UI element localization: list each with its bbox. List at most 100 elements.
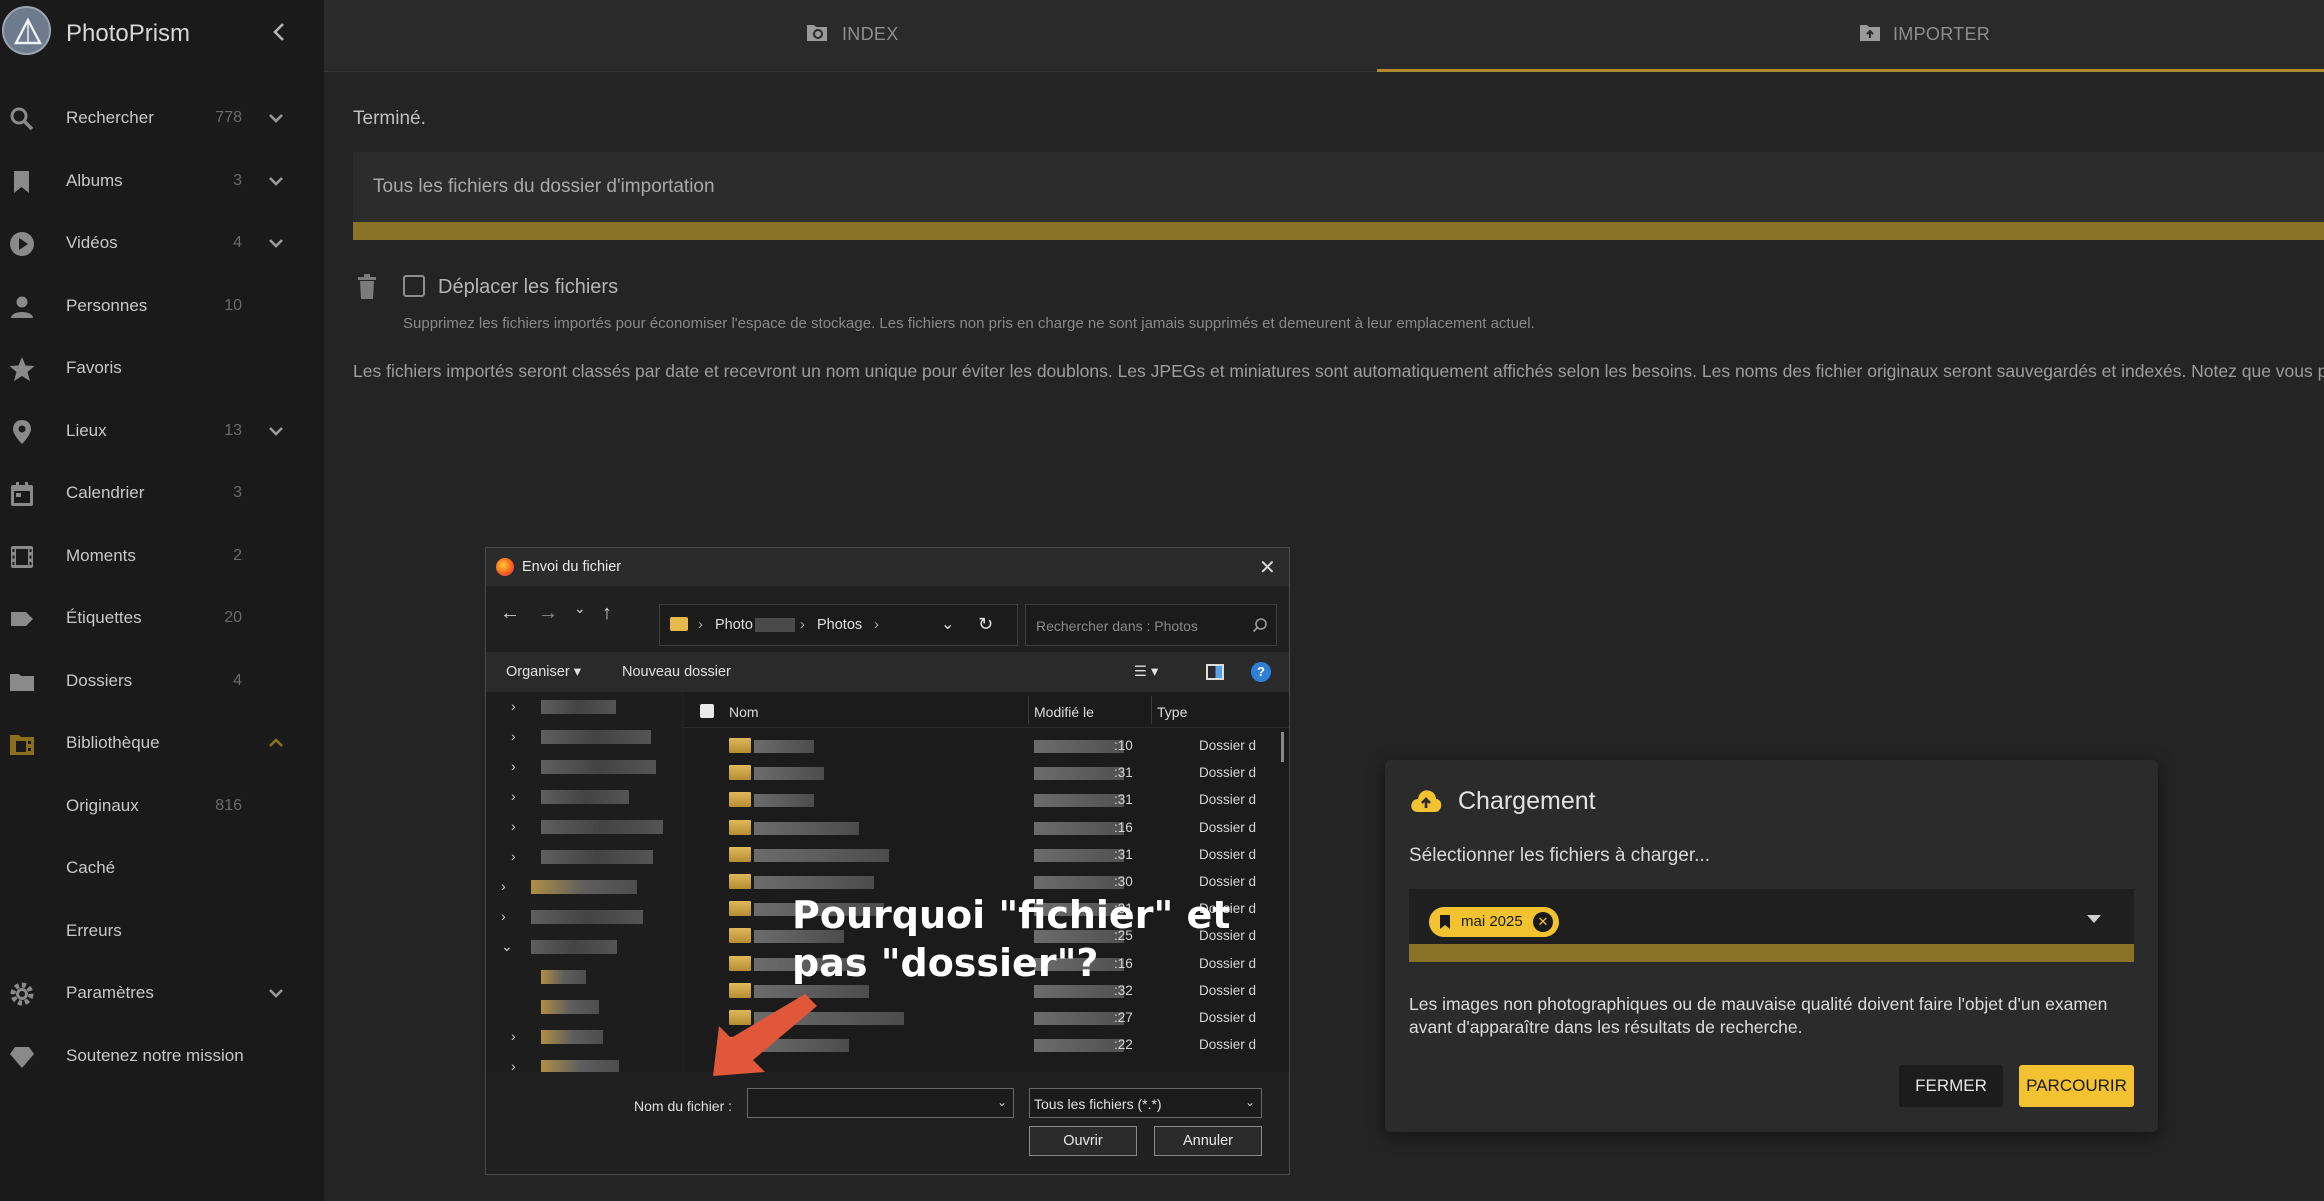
chevron-down-icon[interactable]: [265, 170, 287, 192]
file-dialog-search[interactable]: Rechercher dans : Photos: [1025, 604, 1277, 646]
file-row[interactable]: :31 Dossier d: [684, 759, 1289, 786]
preview-pane-icon[interactable]: [1206, 664, 1224, 680]
tree-item[interactable]: ⌄: [486, 932, 681, 962]
tree-item[interactable]: ›: [486, 752, 681, 782]
tree-item[interactable]: [486, 992, 681, 1022]
chevron-down-icon[interactable]: [265, 982, 287, 1004]
file-name-blurred: [754, 821, 859, 835]
tree-item[interactable]: ›: [486, 902, 681, 932]
tree-item[interactable]: ›: [486, 722, 681, 752]
sidebar-item-originals[interactable]: Originaux 816: [0, 779, 324, 835]
tree-item[interactable]: ›: [486, 1022, 681, 1052]
file-row[interactable]: :31 Dossier d: [684, 841, 1289, 868]
remove-chip-icon[interactable]: ✕: [1533, 912, 1553, 932]
sidebar-item-people[interactable]: Personnes 10: [0, 279, 324, 335]
sidebar-item-label: Caché: [66, 858, 116, 877]
bookmark-icon: [1439, 914, 1451, 930]
up-arrow-icon[interactable]: ↑: [602, 602, 612, 625]
collapse-sidebar-icon[interactable]: [270, 18, 290, 46]
move-files-checkbox[interactable]: [403, 275, 425, 297]
sidebar-item-library[interactable]: Bibliothèque: [0, 716, 324, 772]
sidebar-item-videos[interactable]: Vidéos 4: [0, 216, 324, 272]
sidebar-item-label: Bibliothèque: [66, 733, 160, 752]
sidebar: PhotoPrism Rechercher 778 Albums 3 Vidéo…: [0, 0, 324, 1201]
path-segment[interactable]: Photo: [715, 617, 753, 633]
person-icon: [8, 293, 36, 321]
filetype-select[interactable]: Tous les fichiers (*.*) ⌄: [1029, 1088, 1262, 1118]
refresh-icon[interactable]: ↻: [978, 614, 993, 635]
chevron-down-icon[interactable]: [265, 420, 287, 442]
tree-item[interactable]: ›: [486, 842, 681, 872]
file-row[interactable]: :10 Dossier d: [684, 732, 1289, 759]
sidebar-item-label: Étiquettes: [66, 608, 142, 627]
sidebar-item-hidden[interactable]: Caché: [0, 841, 324, 897]
back-arrow-icon[interactable]: ←: [500, 602, 520, 625]
import-info-text: Les fichiers importés seront classés par…: [353, 361, 2324, 381]
file-type: Dossier d: [1199, 874, 1257, 889]
close-icon[interactable]: ✕: [1259, 555, 1276, 580]
trash-icon: [356, 274, 378, 300]
address-bar[interactable]: › Photo › Photos › ⌄ ↻: [659, 604, 1018, 646]
path-segment[interactable]: Photos: [817, 617, 862, 633]
view-options-icon[interactable]: ☰ ▾: [1134, 664, 1158, 680]
move-files-label: Déplacer les fichiers: [438, 276, 619, 298]
tree-item[interactable]: ›: [486, 692, 681, 722]
label-tag-icon: [8, 605, 36, 633]
folder-icon: [729, 765, 751, 781]
file-row[interactable]: :16 Dossier d: [684, 814, 1289, 841]
chevron-down-icon[interactable]: ⌄: [941, 614, 954, 634]
album-chip-label: mai 2025: [1461, 913, 1523, 930]
sidebar-item-errors[interactable]: Erreurs: [0, 904, 324, 960]
column-modified[interactable]: Modifié le: [1034, 704, 1094, 720]
column-type[interactable]: Type: [1157, 704, 1187, 720]
new-folder-button[interactable]: Nouveau dossier: [622, 664, 731, 680]
film-icon: [8, 543, 36, 571]
sidebar-item-count: 816: [215, 797, 242, 814]
sidebar-item-albums[interactable]: Albums 3: [0, 154, 324, 210]
organize-menu[interactable]: Organiser ▾: [506, 664, 581, 680]
photoprism-logo-icon[interactable]: [2, 6, 51, 55]
chevron-up-icon[interactable]: [265, 732, 287, 754]
open-button[interactable]: Ouvrir: [1029, 1126, 1137, 1156]
cancel-button[interactable]: Annuler: [1154, 1126, 1262, 1156]
file-type: Dossier d: [1199, 1010, 1257, 1025]
tab-import[interactable]: IMPORTER: [1377, 0, 2324, 72]
sidebar-item-moments[interactable]: Moments 2: [0, 529, 324, 585]
select-all-checkbox[interactable]: [700, 704, 714, 718]
sidebar-item-calendar[interactable]: Calendrier 3: [0, 466, 324, 522]
recent-dropdown-icon[interactable]: ⌄: [574, 600, 586, 617]
tab-index[interactable]: INDEX: [324, 0, 1377, 72]
sidebar-item-search[interactable]: Rechercher 778: [0, 91, 324, 147]
sidebar-item-labels[interactable]: Étiquettes 20: [0, 591, 324, 647]
file-type: Dossier d: [1199, 792, 1257, 808]
sidebar-item-label: Originaux: [66, 796, 139, 815]
help-icon[interactable]: ?: [1251, 662, 1271, 682]
file-row[interactable]: :31 Dossier d: [684, 786, 1289, 813]
album-chip[interactable]: mai 2025 ✕: [1429, 907, 1559, 937]
sidebar-item-label: Albums: [66, 171, 123, 190]
sidebar-item-settings[interactable]: Paramètres: [0, 966, 324, 1022]
sidebar-item-places[interactable]: Lieux 13: [0, 404, 324, 460]
tree-item[interactable]: ›: [486, 1052, 681, 1072]
sidebar-item-favorites[interactable]: Favoris: [0, 341, 324, 397]
sidebar-item-folders[interactable]: Dossiers 4: [0, 654, 324, 710]
tree-item[interactable]: ›: [486, 782, 681, 812]
import-folder-select[interactable]: Tous les fichiers du dossier d'importati…: [353, 152, 2324, 222]
tree-item[interactable]: ›: [486, 812, 681, 842]
sidebar-item-support[interactable]: Soutenez notre mission: [0, 1029, 324, 1085]
sidebar-item-label: Vidéos: [66, 233, 118, 252]
close-button[interactable]: FERMER: [1899, 1065, 2003, 1107]
forward-arrow-icon[interactable]: →: [538, 602, 558, 625]
tree-item[interactable]: [486, 962, 681, 992]
column-name[interactable]: Nom: [729, 704, 759, 720]
album-select[interactable]: mai 2025 ✕: [1409, 889, 2134, 962]
tree-item[interactable]: ›: [486, 872, 681, 902]
filename-input[interactable]: ⌄: [747, 1088, 1014, 1118]
sidebar-item-count: 20: [224, 609, 242, 626]
file-name-blurred: [754, 794, 814, 808]
folder-icon: [8, 668, 36, 696]
dropdown-arrow-icon[interactable]: [2087, 915, 2101, 923]
chevron-down-icon[interactable]: [265, 232, 287, 254]
chevron-down-icon[interactable]: [265, 107, 287, 129]
browse-button[interactable]: PARCOURIR: [2019, 1065, 2134, 1107]
